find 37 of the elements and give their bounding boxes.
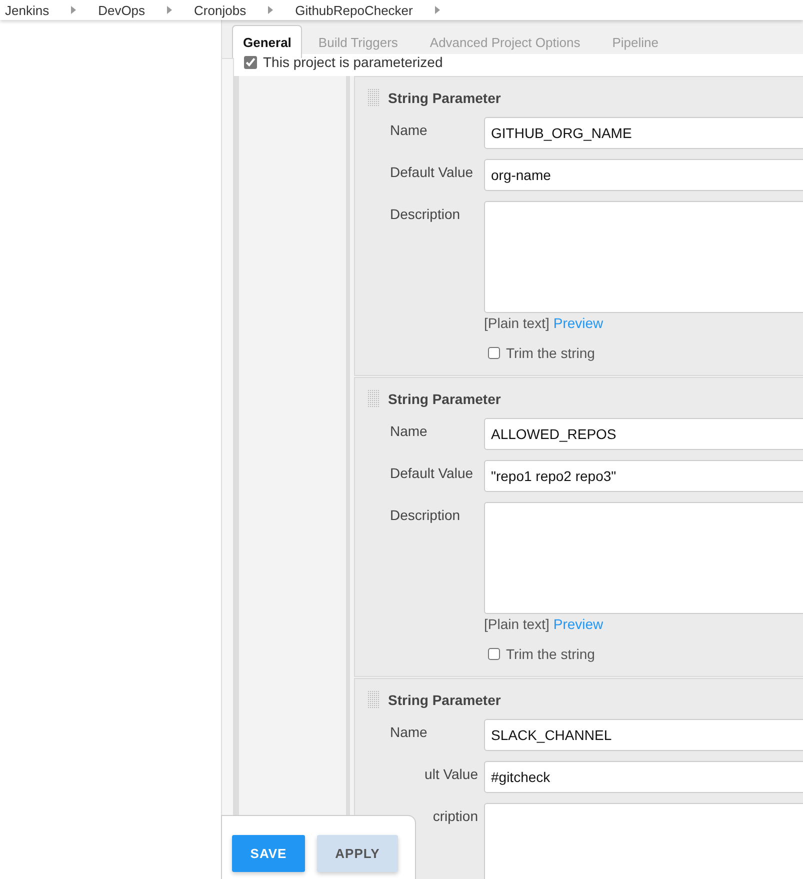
caret-icon[interactable] xyxy=(71,6,76,14)
field-label: ult Value xyxy=(424,765,479,782)
field-label: Default Value xyxy=(389,464,474,481)
format-label: [Plain text] xyxy=(484,616,550,632)
breadcrumb-link[interactable]: Cronjobs xyxy=(194,2,246,18)
checkbox[interactable] xyxy=(488,347,500,359)
action-button[interactable]: APPLY xyxy=(317,835,398,872)
field-label: Description xyxy=(389,205,462,222)
text-field[interactable]: org-name xyxy=(484,159,803,191)
panel-title: String Parameter xyxy=(388,692,501,708)
field-label: Name xyxy=(389,723,428,740)
checkbox-label: Trim the string xyxy=(506,345,595,361)
text-field[interactable]: ALLOWED_REPOS xyxy=(484,418,803,450)
description-field[interactable] xyxy=(484,201,803,313)
description-field[interactable] xyxy=(484,502,803,614)
breadcrumb-link[interactable]: DevOps xyxy=(98,2,146,18)
text-field[interactable]: "repo1 repo2 repo3" xyxy=(484,460,803,492)
field-label: cription xyxy=(432,807,479,824)
caret-icon[interactable] xyxy=(434,6,440,14)
format-label: [Plain text] xyxy=(484,315,550,331)
checkbox[interactable] xyxy=(488,648,500,660)
text-field[interactable]: #gitcheck xyxy=(484,761,803,793)
checkbox-label: Trim the string xyxy=(506,646,595,662)
tab[interactable]: General xyxy=(232,25,302,58)
panel-title: String Parameter xyxy=(388,90,501,106)
caret-icon[interactable] xyxy=(167,6,172,14)
field-label: Default Value xyxy=(389,163,474,180)
caret-icon[interactable] xyxy=(268,6,274,14)
panel-title: String Parameter xyxy=(388,391,501,407)
field-label: Description xyxy=(389,506,462,523)
checkbox[interactable] xyxy=(244,56,257,68)
text-field[interactable]: SLACK_CHANNEL xyxy=(484,719,803,751)
text-field[interactable]: GITHUB_ORG_NAME xyxy=(484,117,803,149)
field-label: Name xyxy=(389,422,428,439)
field-label: Name xyxy=(389,121,428,138)
breadcrumb-link[interactable]: Jenkins xyxy=(5,2,50,18)
breadcrumb-link[interactable]: GithubRepoChecker xyxy=(295,2,413,18)
